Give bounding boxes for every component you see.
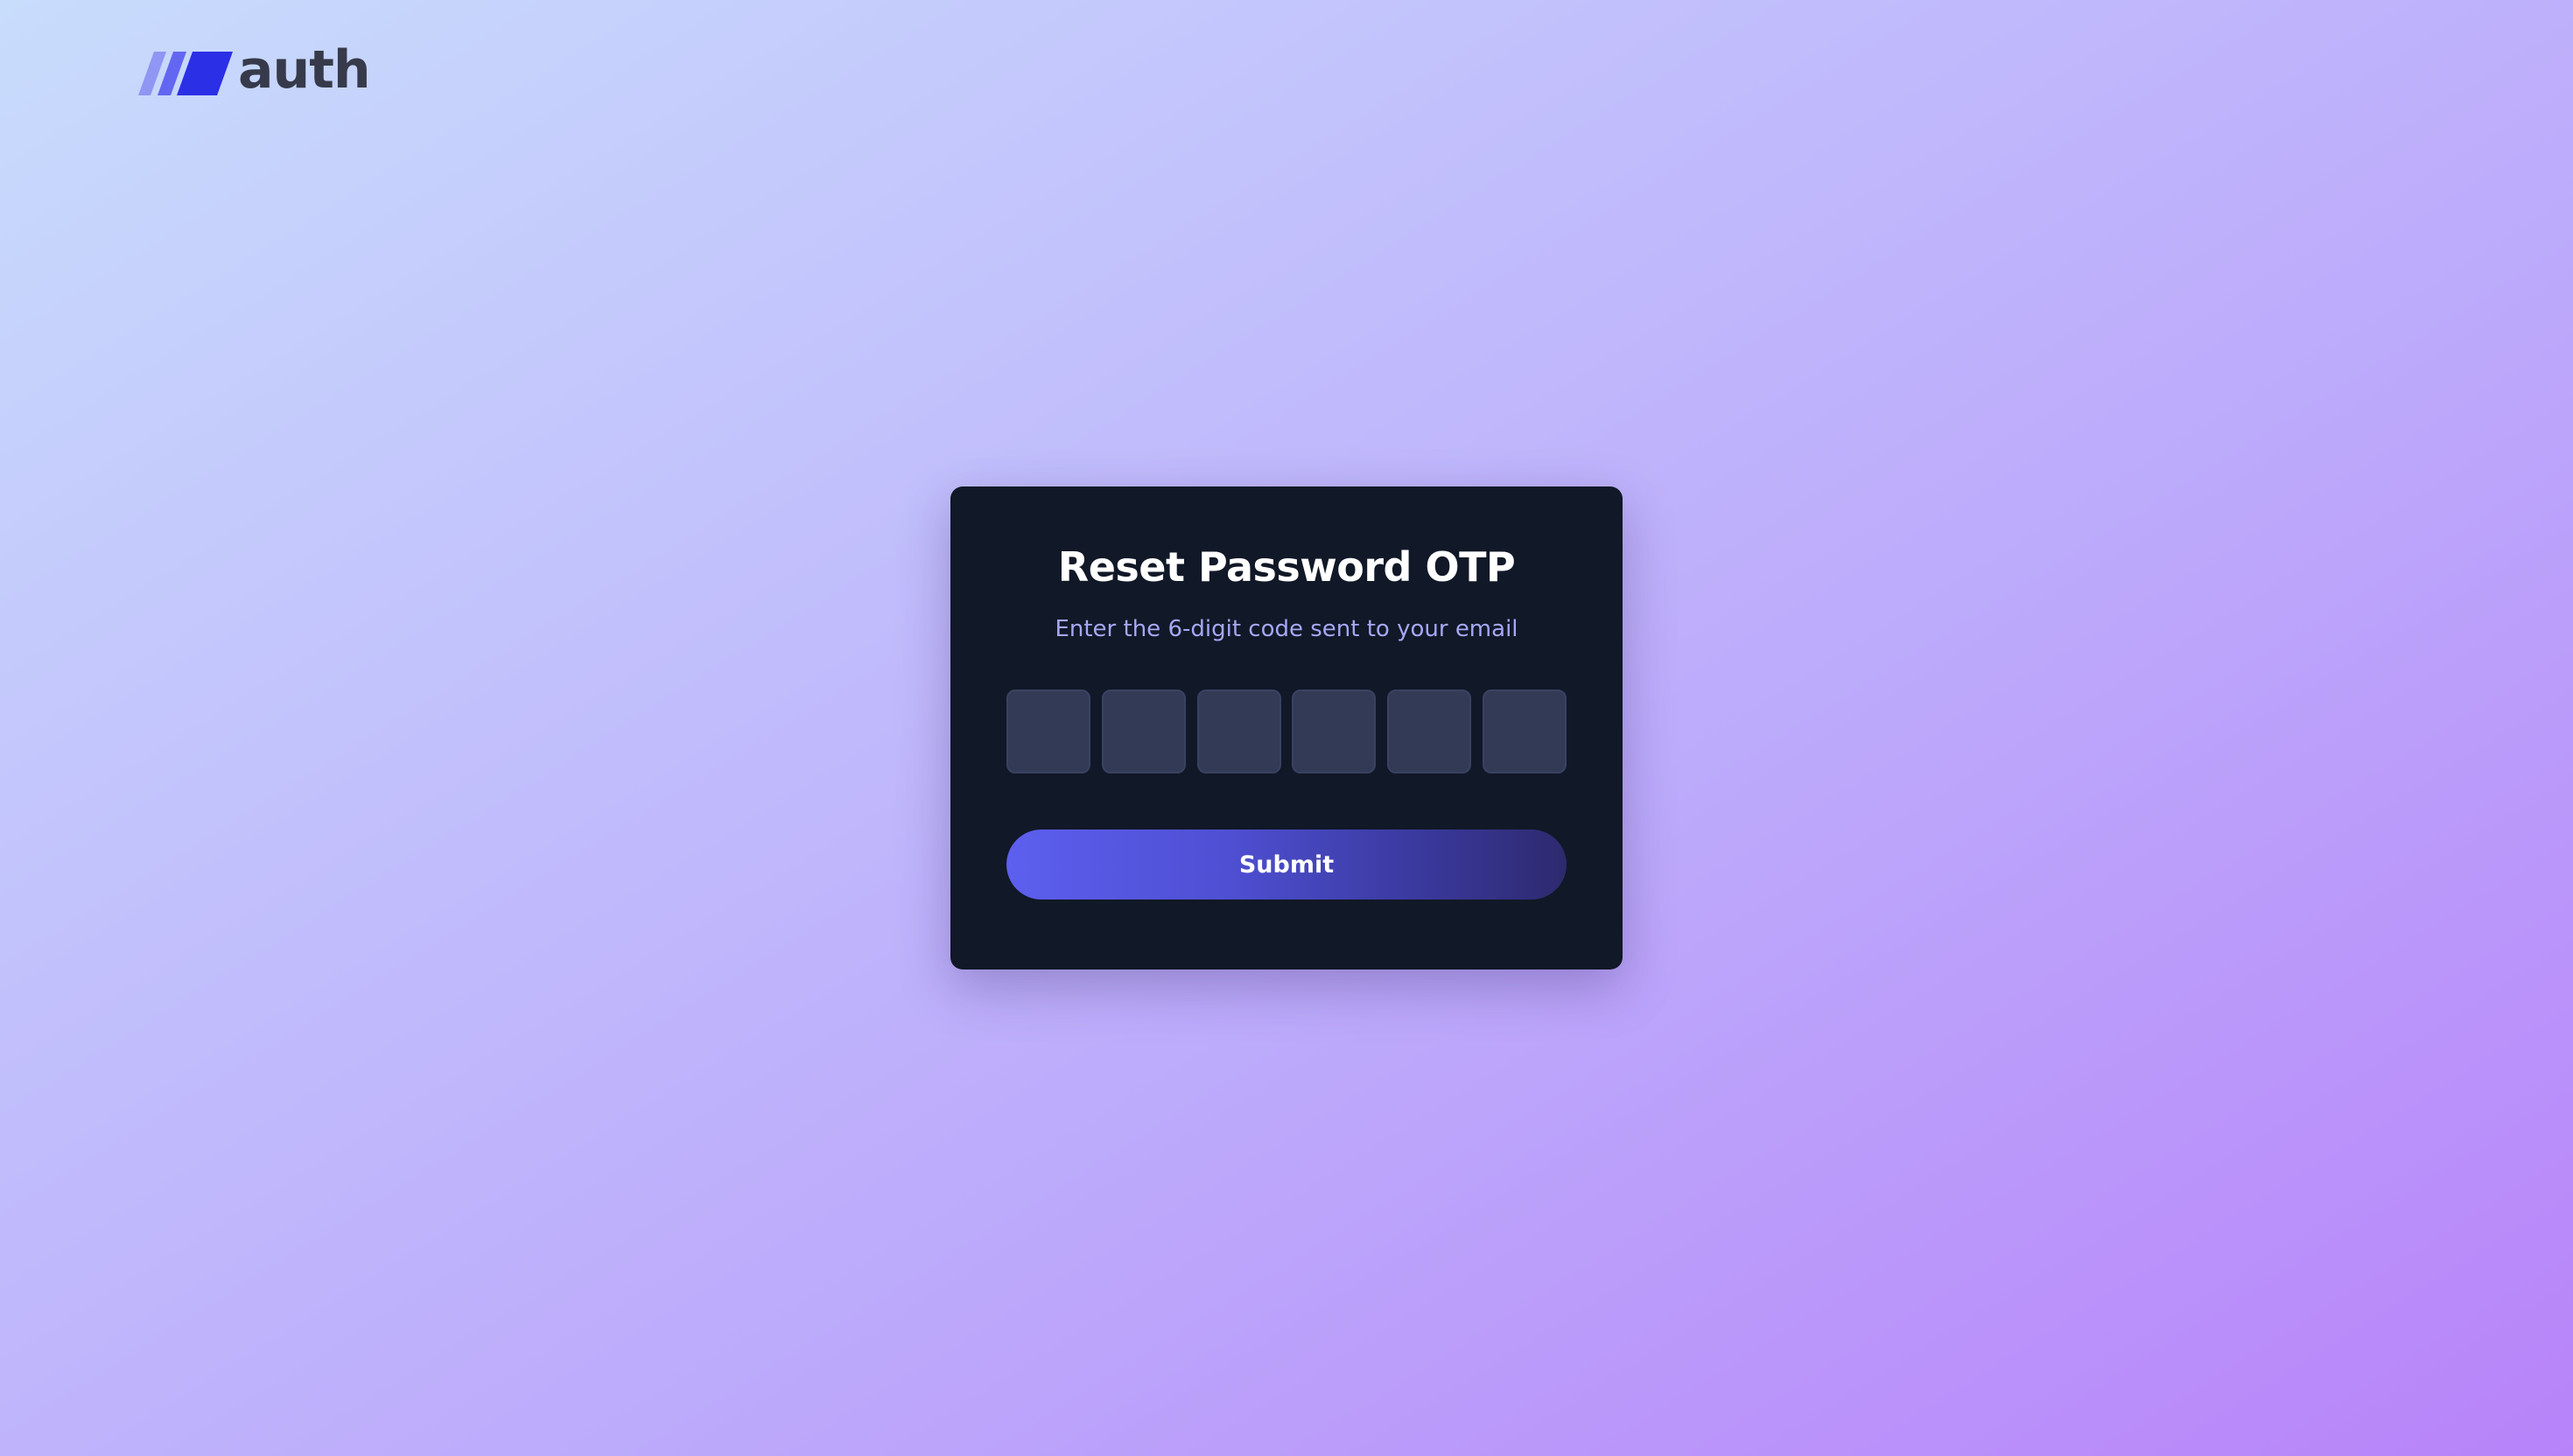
otp-digit-4[interactable]: [1292, 690, 1377, 774]
stripes-logo-icon: [138, 52, 233, 95]
otp-digit-2[interactable]: [1101, 690, 1186, 774]
card-subtitle: Enter the 6-digit code sent to your emai…: [1055, 616, 1518, 642]
card-title: Reset Password OTP: [1057, 543, 1516, 591]
otp-input-group: [1006, 690, 1567, 774]
logo-text: auth: [238, 39, 371, 101]
otp-digit-1[interactable]: [1006, 690, 1090, 774]
otp-digit-6[interactable]: [1482, 690, 1567, 774]
otp-digit-5[interactable]: [1387, 690, 1472, 774]
reset-password-card: Reset Password OTP Enter the 6-digit cod…: [950, 486, 1623, 970]
submit-button[interactable]: Submit: [1006, 830, 1567, 900]
logo: auth: [138, 39, 371, 103]
otp-digit-3[interactable]: [1196, 690, 1281, 774]
